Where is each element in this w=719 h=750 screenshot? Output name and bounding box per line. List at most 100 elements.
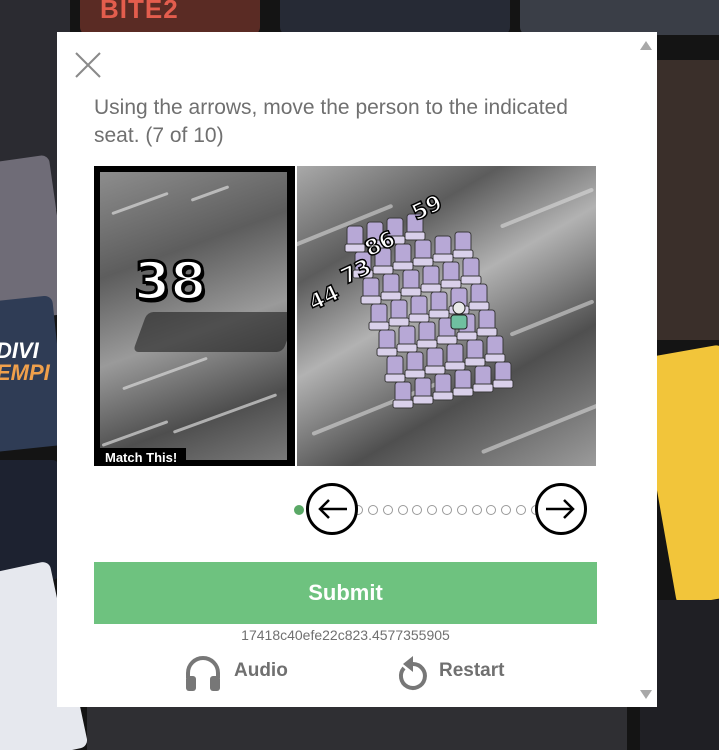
streak [111, 191, 169, 216]
seat-cushion [472, 383, 494, 393]
seat-cushion [392, 399, 414, 409]
bg-tile [280, 0, 510, 35]
seat-cushion [432, 391, 454, 401]
pagination-dot [501, 505, 512, 515]
bg-tile [520, 0, 719, 35]
seat-cushion [344, 243, 366, 253]
seat [470, 283, 488, 305]
seat [414, 377, 432, 399]
scroll-up-arrow-icon[interactable] [640, 41, 652, 50]
seat-cushion [404, 231, 426, 241]
streak [172, 393, 278, 434]
restart-button[interactable]: Restart [395, 650, 545, 694]
seat-cushion [432, 253, 454, 263]
seat [462, 257, 480, 279]
seat [494, 361, 512, 383]
seat-cushion [428, 309, 450, 319]
scroll-down-arrow-icon[interactable] [640, 690, 652, 699]
seat [402, 269, 420, 291]
seat [454, 231, 472, 253]
seat [414, 239, 432, 261]
seat-cushion [368, 321, 390, 331]
seat-cushion [360, 295, 382, 305]
seat-cushion [388, 317, 410, 327]
seat-grid [344, 213, 514, 409]
seat [418, 321, 436, 343]
submit-button[interactable]: Submit [94, 562, 597, 624]
seat [446, 343, 464, 365]
reference-image-content: 38 [100, 172, 287, 460]
seat [426, 347, 444, 369]
arrow-right-button[interactable] [535, 483, 587, 535]
close-icon [75, 52, 101, 78]
bg-tile-text: DIVI EMPI [0, 340, 50, 384]
seat [378, 329, 396, 351]
captcha-prompt: Using the arrows, move the person to the… [94, 96, 568, 147]
session-id: 17418c40efe22c823.4577355905 [241, 627, 450, 643]
seat-cushion [424, 365, 446, 375]
seat-shadow [132, 312, 287, 352]
seat [434, 373, 452, 395]
seat-cushion [452, 387, 474, 397]
pagination-dot [456, 505, 467, 515]
seat-cushion [404, 369, 426, 379]
seat-cushion [476, 327, 498, 337]
person-body [450, 314, 468, 330]
bg-tile-text-line: DIVI [0, 338, 39, 363]
seat-cushion [456, 331, 478, 341]
seat-cushion [452, 249, 474, 259]
seat-scene-image: 59 86 73 44 [297, 166, 596, 466]
pagination-dot [412, 505, 423, 515]
seat-cushion [392, 261, 414, 271]
seat-cushion [492, 379, 514, 389]
close-button[interactable] [73, 50, 103, 80]
restart-label: Restart [439, 660, 505, 681]
arrow-left-icon [318, 499, 347, 519]
pagination-row [294, 483, 599, 539]
seat-cushion [460, 275, 482, 285]
seat-cushion [412, 257, 434, 267]
seat-cushion [468, 301, 490, 311]
pagination-dot [427, 505, 438, 515]
seat-cushion [384, 373, 406, 383]
seat-cushion [444, 361, 466, 371]
seat-cushion [372, 265, 394, 275]
seat-cushion [396, 343, 418, 353]
restart-icon [398, 656, 427, 690]
seat [486, 335, 504, 357]
seat [382, 273, 400, 295]
seat [422, 265, 440, 287]
seat [406, 351, 424, 373]
pagination-dot [516, 505, 526, 515]
streak [101, 420, 169, 447]
seat [370, 303, 388, 325]
seat-cushion [420, 283, 442, 293]
audio-label: Audio [234, 660, 288, 681]
seat-cushion [484, 353, 506, 363]
arrow-left-button[interactable] [306, 483, 358, 535]
pagination-dot [397, 505, 408, 515]
audio-button[interactable]: Audio [184, 650, 324, 694]
seat-cushion [440, 279, 462, 289]
bg-tile [650, 60, 719, 340]
seat [346, 225, 364, 247]
bg-bottom-bar [87, 705, 627, 750]
pagination-dot [471, 505, 482, 515]
seat-cushion [380, 291, 402, 301]
seat [390, 299, 408, 321]
seat-cushion [416, 339, 438, 349]
person-head [452, 301, 466, 315]
reference-image: 38 Match This! [94, 166, 295, 466]
seat [386, 355, 404, 377]
seat [434, 235, 452, 257]
seat-cushion [376, 347, 398, 357]
streak [190, 185, 230, 202]
bg-tile [0, 460, 60, 580]
pagination-dot [294, 505, 304, 515]
match-this-label: Match This! [98, 448, 187, 466]
streak [122, 356, 208, 391]
seat [394, 381, 412, 403]
seat-cushion [436, 335, 458, 345]
pagination-dot [486, 505, 497, 515]
scrollbar[interactable] [635, 32, 657, 707]
